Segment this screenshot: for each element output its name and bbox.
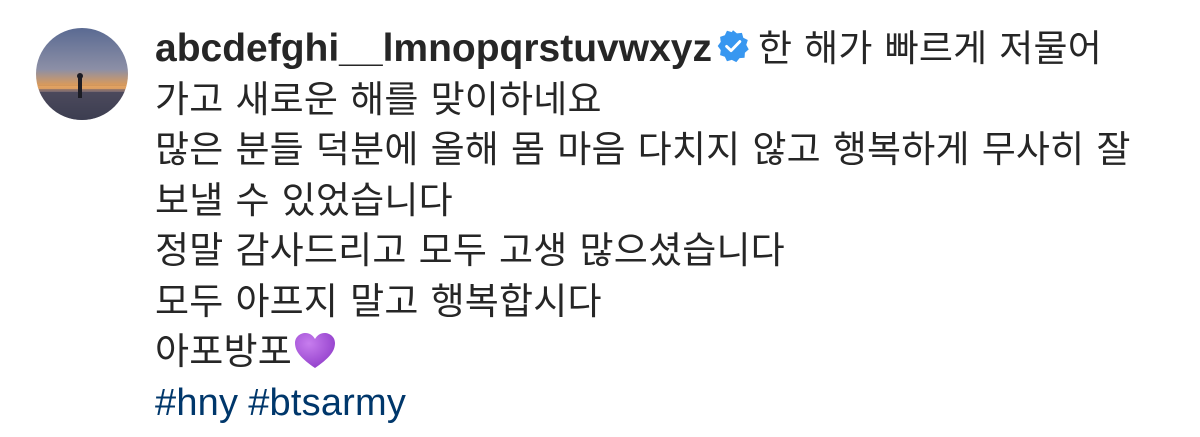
caption-line-2: 가고 새로운 해를 맞이하네요 bbox=[155, 77, 602, 121]
caption-line-1: abcdefghi__lmnopqrstuvwxyz 한 해가 빠르게 저물어 bbox=[155, 24, 1175, 75]
avatar-image bbox=[36, 28, 128, 120]
caption-line-5: 정말 감사드리고 모두 고생 많으셨습니다 bbox=[155, 229, 785, 272]
caption-text: 아포방포 bbox=[155, 330, 292, 373]
hashtag-link[interactable]: #hny bbox=[155, 382, 238, 424]
caption-line-7: 아포방포 bbox=[155, 327, 1175, 378]
caption-line-6: 모두 아프지 말고 행복합시다 bbox=[155, 279, 602, 323]
profile-avatar[interactable] bbox=[36, 28, 128, 120]
caption-line-4: 보낼 수 있었습니다 bbox=[155, 178, 453, 222]
caption-text: 한 해가 빠르게 저물어 bbox=[757, 27, 1102, 70]
username-link[interactable]: abcdefghi__lmnopqrstuvwxyz bbox=[155, 27, 712, 70]
purple-heart-icon bbox=[294, 332, 336, 370]
hashtag-link[interactable]: #btsarmy bbox=[248, 382, 406, 424]
caption-line-3: 많은 분들 덕분에 올해 몸 마음 다치지 않고 행복하게 무사히 잘 bbox=[155, 128, 1131, 171]
post-caption: abcdefghi__lmnopqrstuvwxyz 한 해가 빠르게 저물어 … bbox=[155, 24, 1175, 428]
hashtag-line: #hny #btsarmy bbox=[155, 378, 1175, 429]
verified-badge-icon bbox=[716, 29, 750, 63]
